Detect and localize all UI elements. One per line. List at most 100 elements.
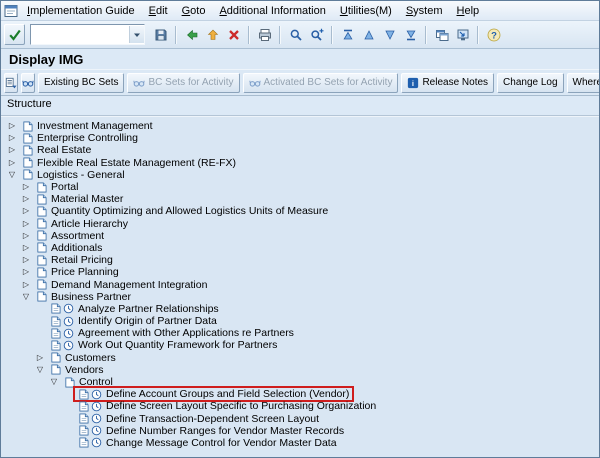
help-button[interactable]: ? [483, 24, 504, 45]
exit-button[interactable] [202, 24, 223, 45]
node-icon[interactable] [36, 242, 47, 253]
expand-arrow-collapsed[interactable]: ▷ [5, 146, 19, 154]
tree-item-label[interactable]: Retail Pricing [49, 254, 113, 266]
tree-item-label[interactable]: Price Planning [49, 266, 119, 278]
doc-icon[interactable] [78, 401, 89, 412]
display-glasses-button[interactable] [21, 72, 35, 93]
new-session-button[interactable] [431, 24, 452, 45]
activity-icon[interactable] [63, 340, 74, 351]
node-icon[interactable] [50, 352, 61, 363]
expand-arrow-collapsed[interactable]: ▷ [5, 122, 19, 130]
node-icon[interactable] [36, 267, 47, 278]
node-icon[interactable] [64, 377, 75, 388]
menu-system[interactable]: System [399, 4, 450, 18]
doc-icon[interactable] [50, 316, 61, 327]
activity-icon[interactable] [91, 401, 102, 412]
enter-button[interactable] [4, 24, 25, 45]
menu-help[interactable]: Help [450, 4, 487, 18]
node-icon[interactable] [36, 291, 47, 302]
tree-item-label[interactable]: Control [77, 376, 113, 388]
expand-arrow-collapsed[interactable]: ▷ [19, 207, 33, 215]
node-icon[interactable] [22, 157, 33, 168]
expand-arrow-collapsed[interactable]: ▷ [19, 280, 33, 289]
find-button[interactable] [285, 24, 306, 45]
expand-arrow-expanded[interactable]: ▽ [47, 378, 61, 386]
shortcut-button[interactable] [452, 24, 473, 45]
tree-item-label[interactable]: Change Message Control for Vendor Master… [104, 437, 337, 449]
tree-item-label[interactable]: Logistics - General [35, 169, 125, 181]
node-icon[interactable] [50, 364, 61, 375]
last-page-button[interactable] [400, 24, 421, 45]
node-icon[interactable] [22, 133, 33, 144]
tree-item-label[interactable]: Business Partner [49, 291, 131, 303]
tree-item-label[interactable]: Additionals [49, 242, 102, 254]
tree-item-label[interactable]: Work Out Quantity Framework for Partners [76, 339, 277, 351]
tree-item-label[interactable]: Define Screen Layout Specific to Purchas… [104, 400, 376, 412]
tree-item-label[interactable]: Analyze Partner Relationships [76, 303, 219, 315]
tree-item-label[interactable]: Quantity Optimizing and Allowed Logistic… [49, 205, 328, 217]
expand-arrow-collapsed[interactable]: ▷ [19, 243, 33, 252]
activity-icon[interactable] [91, 413, 102, 424]
doc-icon[interactable] [78, 389, 89, 400]
tree-item-label[interactable]: Investment Management [35, 120, 153, 132]
tree-item-label[interactable]: Enterprise Controlling [35, 132, 138, 144]
tree-item-label[interactable]: Assortment [49, 230, 104, 242]
existing-bc-sets-button[interactable]: Existing BC Sets [38, 72, 125, 93]
node-icon[interactable] [36, 182, 47, 193]
expand-arrow-collapsed[interactable]: ▷ [5, 158, 19, 167]
node-icon[interactable] [36, 255, 47, 266]
tree-item-label[interactable]: Identify Origin of Partner Data [76, 315, 217, 327]
doc-icon[interactable] [50, 328, 61, 339]
doc-icon[interactable] [50, 303, 61, 314]
node-icon[interactable] [22, 169, 33, 180]
menu-implementation-guide[interactable]: Implementation Guide [20, 4, 142, 18]
node-icon[interactable] [36, 230, 47, 241]
menu-utilities-m[interactable]: Utilities(M) [333, 4, 399, 18]
activity-icon[interactable] [63, 316, 74, 327]
tree-item-label[interactable]: Flexible Real Estate Management (RE-FX) [35, 157, 236, 169]
menu-edit[interactable]: Edit [142, 4, 175, 18]
activity-icon[interactable] [91, 437, 102, 448]
tree-item-label[interactable]: Real Estate [35, 144, 91, 156]
activity-icon[interactable] [63, 303, 74, 314]
save-button[interactable] [150, 24, 171, 45]
expand-arrow-collapsed[interactable]: ▷ [19, 195, 33, 203]
tree-item-label[interactable]: Vendors [63, 364, 104, 376]
first-page-button[interactable] [337, 24, 358, 45]
tree-item-label[interactable]: Define Transaction-Dependent Screen Layo… [104, 413, 319, 425]
release-notes-button[interactable]: i Release Notes [401, 72, 495, 93]
expand-arrow-collapsed[interactable]: ▷ [19, 219, 33, 228]
doc-icon[interactable] [50, 340, 61, 351]
doc-icon[interactable] [78, 413, 89, 424]
back-button[interactable] [181, 24, 202, 45]
activity-icon[interactable] [63, 328, 74, 339]
tree-item-label[interactable]: Define Number Ranges for Vendor Master R… [104, 425, 344, 437]
expand-arrow-expanded[interactable]: ▽ [5, 170, 19, 179]
page-up-button[interactable] [358, 24, 379, 45]
menu-goto[interactable]: Goto [175, 4, 213, 18]
tree-item-label[interactable]: Article Hierarchy [49, 218, 128, 230]
expand-arrow-expanded[interactable]: ▽ [19, 292, 33, 301]
change-log-button[interactable]: Change Log [497, 72, 564, 93]
expand-arrow-expanded[interactable]: ▽ [33, 365, 47, 374]
node-icon[interactable] [36, 218, 47, 229]
tree-item-label[interactable]: Demand Management Integration [49, 279, 207, 291]
node-icon[interactable] [36, 279, 47, 290]
system-menu-icon[interactable] [4, 4, 18, 18]
node-icon[interactable] [36, 206, 47, 217]
menu-additional-information[interactable]: Additional Information [212, 4, 332, 18]
expand-arrow-collapsed[interactable]: ▷ [19, 256, 33, 264]
expand-arrow-collapsed[interactable]: ▷ [19, 183, 33, 191]
tree-item-label[interactable]: Agreement with Other Applications re Par… [76, 327, 294, 339]
node-icon[interactable] [22, 145, 33, 156]
tree-item-label[interactable]: Customers [63, 352, 116, 364]
command-field[interactable] [31, 26, 129, 43]
where-else-used-button[interactable]: Where Else Used [566, 72, 599, 93]
structure-display-button[interactable] [4, 72, 18, 93]
cancel-button[interactable] [223, 24, 244, 45]
expand-arrow-collapsed[interactable]: ▷ [19, 268, 33, 276]
tree-item-label[interactable]: Define Account Groups and Field Selectio… [104, 388, 349, 400]
print-button[interactable] [254, 24, 275, 45]
expand-arrow-collapsed[interactable]: ▷ [19, 231, 33, 240]
command-field-dropdown[interactable] [129, 26, 144, 43]
